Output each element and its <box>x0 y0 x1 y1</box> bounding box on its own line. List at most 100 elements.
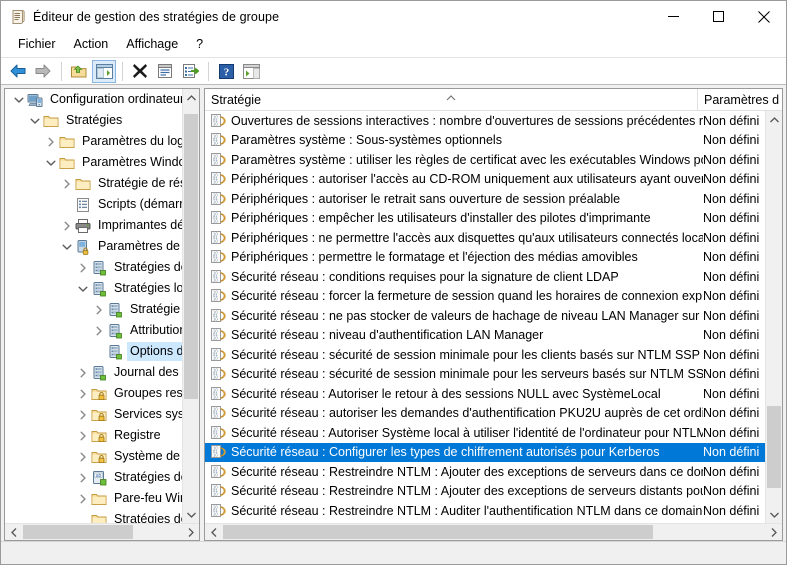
tree-expand-toggle-collapsed[interactable] <box>75 449 91 465</box>
tree-expand-toggle-collapsed[interactable] <box>75 386 91 402</box>
scroll-left-arrow-icon[interactable] <box>5 524 22 540</box>
tree-item[interactable]: Journal des événements <box>5 362 199 383</box>
table-row[interactable]: 10 01 10 Ouvertures de sessions interactiv… <box>205 111 782 131</box>
column-header-policy[interactable]: Stratégie <box>205 89 698 111</box>
tree-expand-toggle-collapsed[interactable] <box>59 176 75 192</box>
list-horizontal-scrollbar[interactable] <box>205 523 782 540</box>
scroll-down-arrow-icon[interactable] <box>183 506 199 523</box>
console-tree-pane: Configuration ordinateur Stratégies Para… <box>4 88 200 541</box>
forward-button[interactable] <box>31 60 55 83</box>
list-vertical-scrollbar[interactable] <box>765 111 782 523</box>
table-row[interactable]: 100110 Sécurité réseau : Restreindre NTL… <box>205 501 782 521</box>
tree-item[interactable]: Stratégies de comptes <box>5 257 199 278</box>
tree-expand-toggle-expanded[interactable] <box>75 281 91 297</box>
arrow-left-icon <box>10 64 26 78</box>
tree-item[interactable]: Stratégies locales <box>5 278 199 299</box>
tree-expand-toggle-collapsed[interactable] <box>75 470 91 486</box>
tree-item[interactable]: Attribution des droits utilisateur <box>5 320 199 341</box>
up-one-level-button[interactable] <box>67 60 91 83</box>
tree-vertical-scrollbar[interactable] <box>182 89 199 523</box>
tree-item[interactable]: Stratégies <box>5 110 199 131</box>
back-button[interactable] <box>6 60 30 83</box>
menu-aide[interactable]: ? <box>187 34 212 55</box>
tree-expand-toggle-collapsed[interactable] <box>75 260 91 276</box>
table-row[interactable]: 10 01 10 Périphériques : empêcher les util… <box>205 209 782 229</box>
list-hscrollbar-thumb[interactable] <box>223 525 653 539</box>
table-row[interactable]: 10 01 10 Sécurité réseau : forcer la ferme… <box>205 287 782 307</box>
show-hide-tree-button[interactable] <box>92 59 116 83</box>
table-row[interactable]: 10 01 10 Sécurité réseau : Configurer les … <box>205 442 782 462</box>
printer-icon <box>75 218 91 234</box>
table-row[interactable]: 10 01 10 Sécurité réseau : sécurité de ses… <box>205 365 782 385</box>
table-row[interactable]: 10 01 10 Sécurité réseau : ne pas stocker … <box>205 306 782 326</box>
table-row[interactable]: 10 01 10 Paramètres système : utiliser les… <box>205 150 782 170</box>
tree-expand-toggle-expanded[interactable] <box>43 155 59 171</box>
tree-expand-toggle-collapsed[interactable] <box>75 491 91 507</box>
tree-expand-toggle-collapsed[interactable] <box>43 134 59 150</box>
tree-item[interactable]: Paramètres Windows <box>5 152 199 173</box>
tree-expand-toggle-collapsed[interactable] <box>91 323 107 339</box>
tree-expand-toggle-collapsed[interactable] <box>75 428 91 444</box>
table-row[interactable]: 10 01 10 Sécurité réseau : Autoriser Systè… <box>205 423 782 443</box>
table-row[interactable]: 10 01 10 Périphériques : permettre le form… <box>205 248 782 268</box>
delete-button[interactable] <box>128 60 152 83</box>
properties-button[interactable] <box>153 60 177 83</box>
table-row[interactable]: 10 01 10 Sécurité réseau : niveau d'authen… <box>205 326 782 346</box>
table-row[interactable]: 10 01 10 Sécurité réseau : Autoriser le re… <box>205 384 782 404</box>
table-row[interactable]: 10 01 10 Sécurité réseau : conditions requ… <box>205 267 782 287</box>
table-row[interactable]: 10 01 10 Paramètres système : Sous-système… <box>205 131 782 151</box>
tree-item[interactable]: Imprimantes déployées <box>5 215 199 236</box>
tree-item[interactable]: Stratégie d'audit <box>5 299 199 320</box>
tree-item[interactable]: Configuration ordinateur <box>5 89 199 110</box>
scroll-right-arrow-icon[interactable] <box>182 524 199 540</box>
close-button[interactable] <box>741 1 786 32</box>
table-row[interactable]: 10 01 10 Sécurité réseau : autoriser les d… <box>205 404 782 424</box>
scroll-right-arrow-icon[interactable] <box>765 524 782 540</box>
list-scrollbar-thumb[interactable] <box>767 406 781 488</box>
menu-fichier[interactable]: Fichier <box>9 34 65 55</box>
tree-item[interactable]: Stratégie de résolution de noms <box>5 173 199 194</box>
column-header-setting[interactable]: Paramètres d <box>698 89 782 111</box>
tree-item[interactable]: Paramètres du logiciel <box>5 131 199 152</box>
table-row[interactable]: 100110 Sécurité réseau : Restreindre NTL… <box>205 462 782 482</box>
tree-item[interactable]: Système de fichiers <box>5 446 199 467</box>
minimize-button[interactable] <box>651 1 696 32</box>
tree-item[interactable]: Paramètres de sécurité <box>5 236 199 257</box>
tree-item[interactable]: Options de sécurité <box>5 341 199 362</box>
show-action-pane-button[interactable] <box>239 60 263 83</box>
tree-horizontal-scrollbar[interactable] <box>5 523 199 540</box>
console-tree[interactable]: Configuration ordinateur Stratégies Para… <box>5 89 199 523</box>
tree-item[interactable]: Stratégies de gestionnaire de liste de r… <box>5 509 199 523</box>
tree-item[interactable]: Services système <box>5 404 199 425</box>
tree-expand-toggle-collapsed[interactable] <box>91 302 107 318</box>
table-row[interactable]: 10 01 10 Sécurité réseau : sécurité de ses… <box>205 345 782 365</box>
table-row[interactable]: 10 01 10 Périphériques : ne permettre l'ac… <box>205 228 782 248</box>
tree-item[interactable]: Groupes restreints <box>5 383 199 404</box>
policy-list[interactable]: 10 01 10 Ouvertures de sessions interactiv… <box>205 111 782 523</box>
menu-affichage[interactable]: Affichage <box>117 34 187 55</box>
tree-scrollbar-thumb[interactable] <box>184 114 198 399</box>
tree-item[interactable]: ab Stratégies de réseau filaire (IEEE 80… <box>5 467 199 488</box>
table-row[interactable]: 10 01 10 Périphériques : autoriser le retr… <box>205 189 782 209</box>
table-row[interactable]: 100110 Sécurité réseau : Restreindre NTL… <box>205 482 782 502</box>
tree-item[interactable]: Pare-feu Windows avec fonctions avancées <box>5 488 199 509</box>
scroll-up-arrow-icon[interactable] <box>183 89 199 106</box>
table-row[interactable]: 10 01 10 Périphériques : autoriser l'accès… <box>205 170 782 190</box>
menu-action[interactable]: Action <box>65 34 118 55</box>
export-list-button[interactable] <box>178 60 202 83</box>
tree-expand-toggle-expanded[interactable] <box>59 239 75 255</box>
tree-hscrollbar-thumb[interactable] <box>23 525 133 539</box>
tree-expand-toggle-collapsed[interactable] <box>75 407 91 423</box>
scroll-left-arrow-icon[interactable] <box>205 524 222 540</box>
tree-expand-toggle-collapsed[interactable] <box>75 365 91 381</box>
chevron-down-icon <box>14 97 24 103</box>
tree-item[interactable]: Scripts (démarrage/arrêt) <box>5 194 199 215</box>
tree-expand-toggle-expanded[interactable] <box>11 92 27 108</box>
tree-expand-toggle-expanded[interactable] <box>27 113 43 129</box>
scroll-down-arrow-icon[interactable] <box>766 506 782 523</box>
scroll-up-arrow-icon[interactable] <box>766 111 782 128</box>
tree-expand-toggle-collapsed[interactable] <box>59 218 75 234</box>
tree-item[interactable]: Registre <box>5 425 199 446</box>
help-button[interactable]: ? <box>214 60 238 83</box>
maximize-button[interactable] <box>696 1 741 32</box>
